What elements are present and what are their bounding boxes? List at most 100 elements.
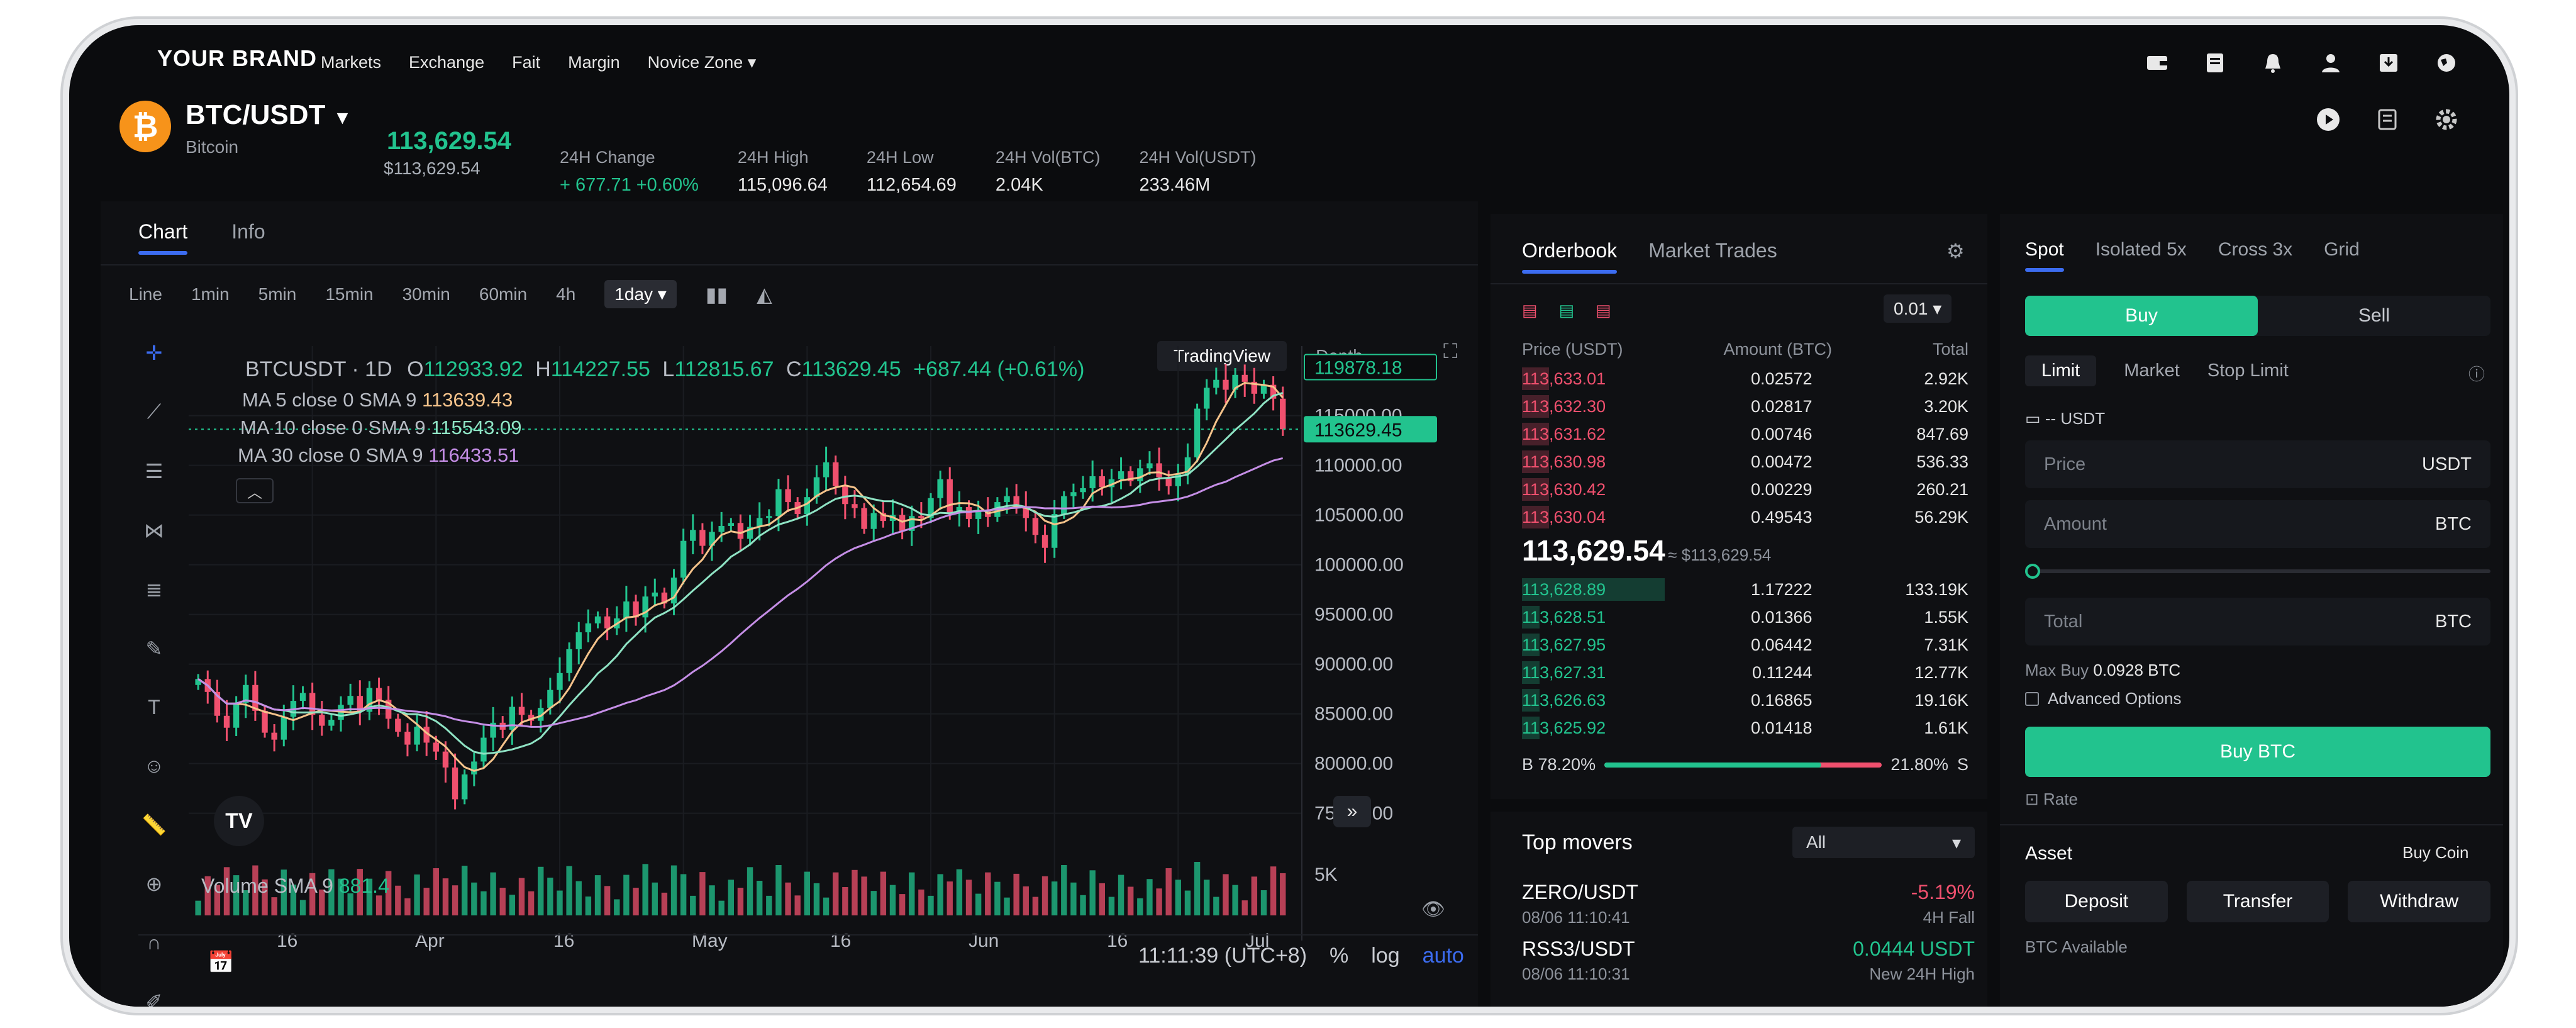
- tf-60min[interactable]: 60min: [479, 284, 527, 304]
- buy-btc-button[interactable]: Buy BTC: [2025, 727, 2490, 777]
- book-icon[interactable]: [2375, 107, 2400, 132]
- eye-icon[interactable]: 👁: [1421, 898, 1445, 920]
- nav-exchange[interactable]: Exchange: [409, 53, 484, 72]
- globe-icon[interactable]: [2434, 50, 2459, 75]
- ask-row[interactable]: 113,630.42 0.00229 260.21: [1522, 476, 1968, 503]
- nav-margin[interactable]: Margin: [568, 53, 620, 72]
- rate-link[interactable]: ⊡ Rate: [2025, 790, 2078, 809]
- amount-slider[interactable]: [2025, 564, 2490, 579]
- download-icon[interactable]: [2376, 50, 2401, 75]
- price-field[interactable]: Price USDT: [2025, 440, 2490, 488]
- indicator-icon[interactable]: ◭: [757, 282, 772, 306]
- buy-tab[interactable]: Buy: [2025, 296, 2258, 336]
- advanced-options[interactable]: Advanced Options: [2025, 689, 2181, 708]
- pair-selector[interactable]: BTC/USDT ▼: [186, 99, 352, 131]
- buy-coin-link[interactable]: Buy Coin: [2402, 843, 2469, 863]
- withdraw-button[interactable]: Withdraw: [2348, 881, 2491, 922]
- ask-row[interactable]: 113,630.04 0.49543 56.29K: [1522, 503, 1968, 531]
- tf-15min[interactable]: 15min: [325, 284, 373, 304]
- settings-sliders-icon[interactable]: ⚙: [1946, 239, 1965, 263]
- transfer-button[interactable]: Transfer: [2186, 881, 2329, 922]
- nav-fiat[interactable]: Fait: [512, 53, 540, 72]
- tab-spot[interactable]: Spot: [2025, 239, 2064, 272]
- sell-tab[interactable]: Sell: [2258, 296, 2490, 336]
- scroll-to-latest-button[interactable]: »: [1333, 796, 1371, 827]
- tab-orderbook[interactable]: Orderbook: [1522, 239, 1618, 274]
- ask-row[interactable]: 113,632.30 0.02817 3.20K: [1522, 393, 1968, 420]
- deposit-button[interactable]: Deposit: [2025, 881, 2168, 922]
- divider: [138, 934, 1478, 936]
- nav-novice-zone[interactable]: Novice Zone ▾: [648, 53, 757, 72]
- amount-field[interactable]: Amount BTC: [2025, 500, 2490, 548]
- fib-icon[interactable]: ☰: [145, 459, 164, 483]
- bid-row[interactable]: 113,625.92 0.01418 1.61K: [1522, 714, 1968, 742]
- precision-select[interactable]: 0.01 ▾: [1884, 294, 1952, 323]
- bid-price: 113,625.92: [1522, 718, 1606, 737]
- pattern-icon[interactable]: ⋈: [144, 518, 164, 542]
- orders-icon[interactable]: [2202, 50, 2228, 75]
- layout-both-icon[interactable]: ▤: [1522, 301, 1538, 320]
- ask-row[interactable]: 113,631.62 0.00746 847.69: [1522, 420, 1968, 448]
- tf-1day[interactable]: 1day ▾: [604, 280, 677, 308]
- advanced-options-checkbox[interactable]: [2025, 691, 2039, 706]
- tf-1min[interactable]: 1min: [191, 284, 230, 304]
- tf-5min[interactable]: 5min: [258, 284, 297, 304]
- lock-icon[interactable]: ✐: [146, 990, 163, 1007]
- bid-row[interactable]: 113,628.51 0.01366 1.55K: [1522, 603, 1968, 631]
- y-tick-label: 110000.00: [1314, 455, 1402, 476]
- rate-icon: ⊡: [2025, 790, 2039, 808]
- movers-filter[interactable]: All ▾: [1792, 827, 1975, 858]
- info-icon[interactable]: ⓘ: [2468, 362, 2485, 385]
- emoji-icon[interactable]: ☺: [144, 754, 165, 778]
- list-item[interactable]: ZERO/USDT 08/06 11:10:41 -5.19% 4H Fall: [1522, 881, 1975, 937]
- layout-bids-icon[interactable]: ▤: [1559, 301, 1575, 320]
- user-icon[interactable]: [2318, 50, 2343, 75]
- ask-row[interactable]: 113,630.98 0.00472 536.33: [1522, 448, 1968, 476]
- tab-grid[interactable]: Grid: [2324, 239, 2360, 260]
- layout-asks-icon[interactable]: ▤: [1596, 301, 1611, 320]
- projection-icon[interactable]: ≣: [146, 578, 163, 601]
- bid-row[interactable]: 113,628.89 1.17222 133.19K: [1522, 576, 1968, 603]
- tradingview-logo[interactable]: TV: [214, 796, 264, 846]
- zoom-in-icon[interactable]: ⊕: [146, 872, 163, 896]
- total-field[interactable]: Total BTC: [2025, 598, 2490, 645]
- gear-icon[interactable]: [2434, 107, 2459, 132]
- order-type-limit[interactable]: Limit: [2025, 355, 2097, 386]
- bell-icon[interactable]: [2260, 50, 2285, 75]
- tab-market-trades[interactable]: Market Trades: [1648, 239, 1777, 262]
- order-type-stop-limit[interactable]: Stop Limit: [2207, 360, 2289, 381]
- tf-4h[interactable]: 4h: [556, 284, 575, 304]
- bid-row[interactable]: 113,627.95 0.06442 7.31K: [1522, 631, 1968, 659]
- tab-cross[interactable]: Cross 3x: [2218, 239, 2292, 260]
- tab-info[interactable]: Info: [231, 220, 265, 243]
- top-movers-title: Top movers: [1522, 830, 1633, 854]
- ask-row[interactable]: 113,633.01 0.02572 2.92K: [1522, 365, 1968, 393]
- wallet-icon[interactable]: [2145, 50, 2170, 75]
- brush-icon[interactable]: ✎: [146, 637, 163, 661]
- volume-bar: [1041, 876, 1048, 915]
- trendline-icon[interactable]: ⟋: [147, 400, 161, 424]
- tab-isolated[interactable]: Isolated 5x: [2096, 239, 2187, 260]
- ruler-icon[interactable]: 📏: [142, 813, 167, 837]
- tab-chart[interactable]: Chart: [138, 220, 188, 255]
- list-item[interactable]: RSS3/USDT 08/06 11:10:31 0.0444 USDT New 2…: [1522, 937, 1975, 994]
- slider-knob[interactable]: [2025, 564, 2040, 579]
- text-icon[interactable]: T: [148, 696, 160, 719]
- nav-markets[interactable]: Markets: [321, 53, 381, 72]
- brand-logo[interactable]: YOUR BRAND: [157, 45, 317, 72]
- log-toggle[interactable]: log: [1371, 944, 1399, 968]
- candle-type-icon[interactable]: ▮▮: [706, 282, 728, 306]
- tf-line[interactable]: Line: [129, 284, 162, 304]
- order-type-market[interactable]: Market: [2124, 360, 2180, 381]
- percent-toggle[interactable]: %: [1330, 944, 1348, 968]
- tf-30min[interactable]: 30min: [402, 284, 450, 304]
- play-icon[interactable]: [2316, 107, 2341, 132]
- volume-bar: [1251, 876, 1258, 915]
- bid-row[interactable]: 113,626.63 0.16865 19.16K: [1522, 686, 1968, 714]
- calendar-icon[interactable]: 📅: [208, 950, 234, 975]
- clock-time[interactable]: 11:11:39 (UTC+8): [1138, 944, 1307, 968]
- auto-toggle[interactable]: auto: [1423, 944, 1464, 968]
- collapse-legend-button[interactable]: ︿: [236, 478, 274, 503]
- bid-row[interactable]: 113,627.31 0.11244 12.77K: [1522, 659, 1968, 686]
- crosshair-icon[interactable]: ✛: [146, 341, 163, 365]
